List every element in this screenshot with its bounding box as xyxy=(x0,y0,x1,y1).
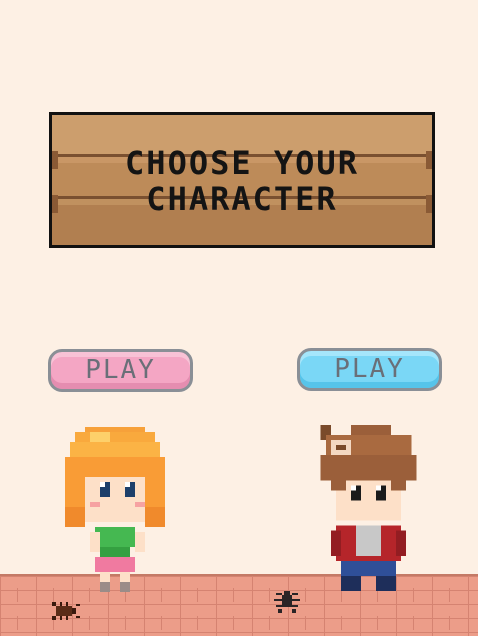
play-boy-button[interactable]: PLAY xyxy=(297,348,442,391)
play-girl-button[interactable]: PLAY xyxy=(48,349,193,392)
boy-character[interactable] xyxy=(310,425,422,591)
title-sign: CHOOSE YOUR CHARACTER xyxy=(49,112,435,248)
spider-icon xyxy=(274,591,300,613)
cockroach-icon xyxy=(52,602,80,620)
girl-character[interactable] xyxy=(60,427,170,592)
screen-title: CHOOSE YOUR CHARACTER xyxy=(125,144,359,218)
